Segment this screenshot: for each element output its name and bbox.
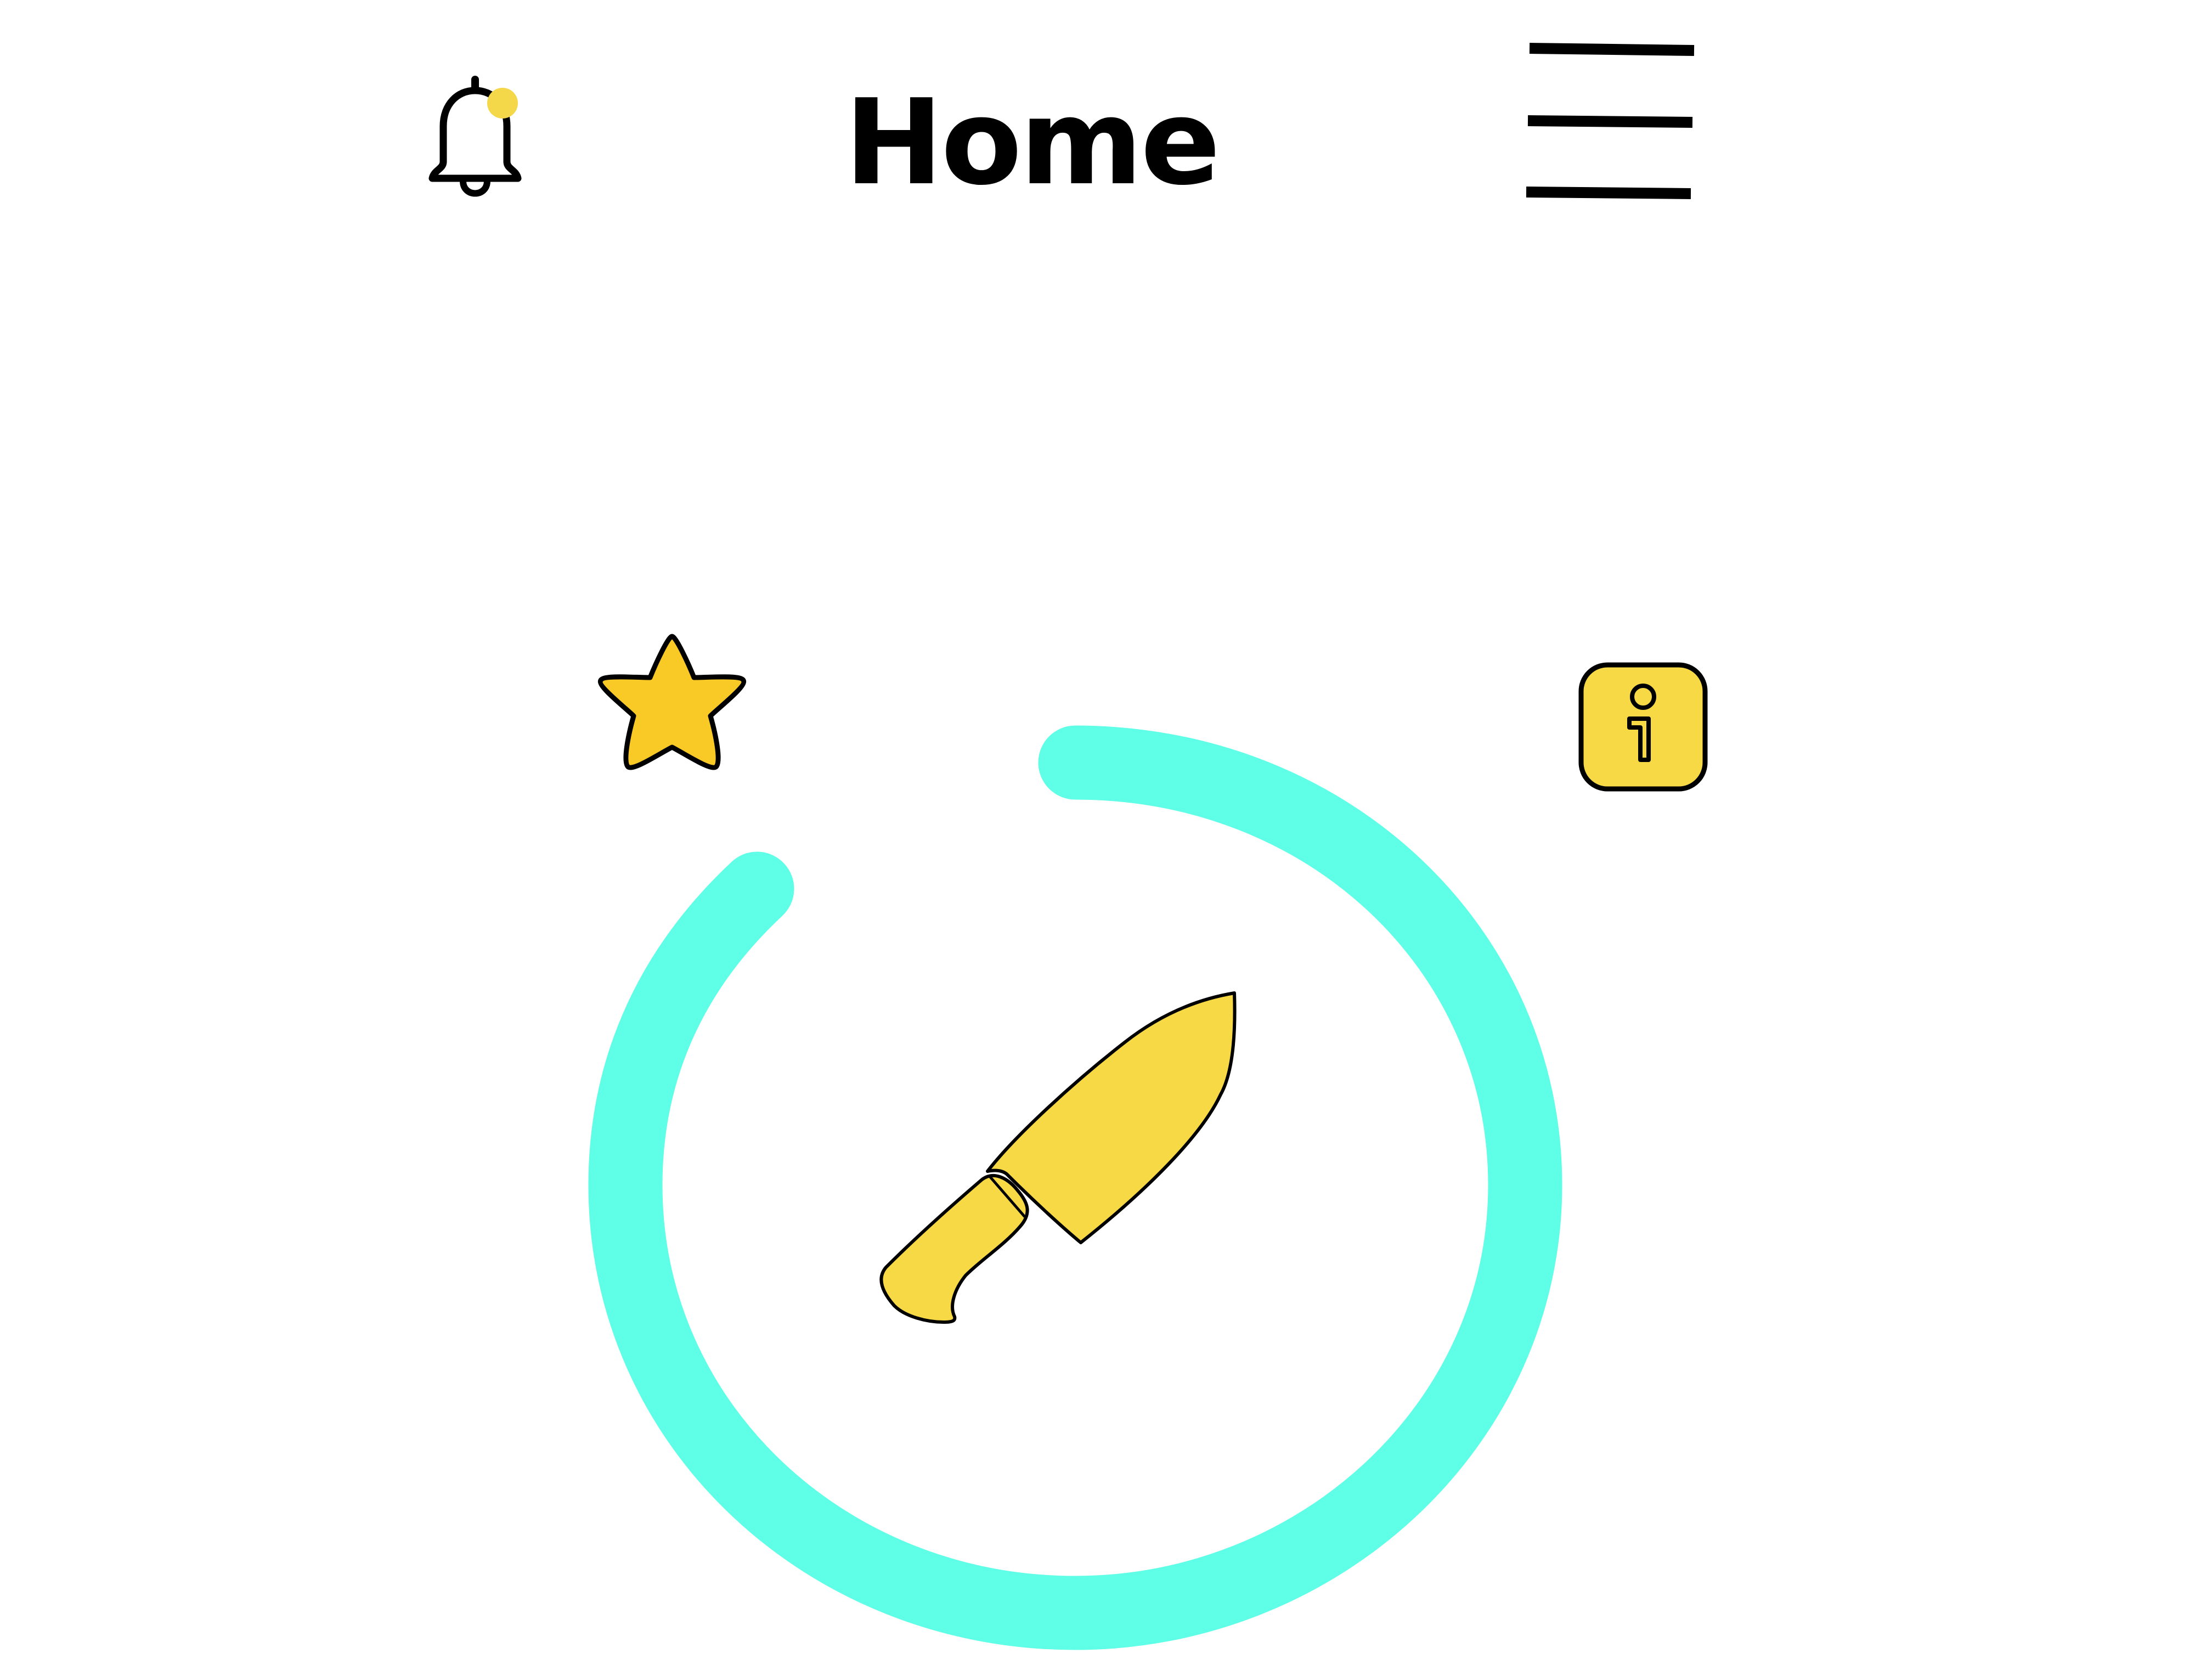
bell-icon [428, 76, 522, 197]
menu-button[interactable] [1520, 33, 1701, 208]
notifications-button[interactable] [415, 66, 535, 208]
info-button[interactable] [1575, 658, 1712, 795]
info-icon [1578, 662, 1708, 792]
star-icon [598, 634, 746, 770]
hamburger-menu-icon [1526, 43, 1695, 199]
favorite-button[interactable] [587, 625, 757, 795]
top-app-bar: Home [0, 0, 2212, 219]
notification-badge [487, 88, 518, 119]
knife-icon [817, 955, 1256, 1383]
page-title: Home [844, 74, 1221, 211]
